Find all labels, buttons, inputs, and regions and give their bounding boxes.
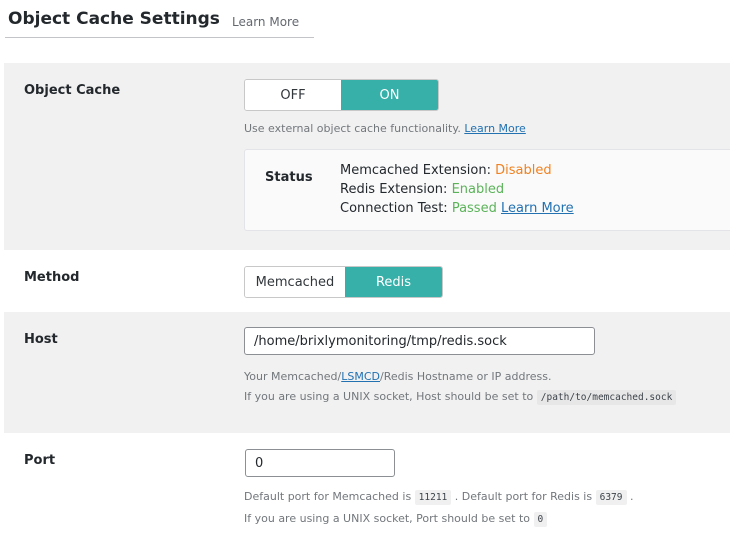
- connection-test-status: Connection Test: Passed Learn More: [340, 201, 574, 216]
- host-label: Host: [24, 332, 58, 347]
- redis-port-code: 6379: [595, 490, 627, 505]
- method-redis-button[interactable]: Redis: [345, 267, 442, 297]
- method-label: Method: [24, 270, 80, 285]
- port-description: Default port for Memcached is 11211 . De…: [244, 490, 634, 505]
- method-section: Method Memcached Redis: [4, 250, 730, 312]
- memcached-port-code: 11211: [414, 490, 452, 505]
- port-section: Port 0 Default port for Memcached is 112…: [4, 433, 730, 548]
- method-toggle: Memcached Redis: [244, 266, 443, 298]
- object-cache-learn-more-link[interactable]: Learn More: [464, 122, 526, 135]
- redis-status: Redis Extension: Enabled: [340, 182, 505, 197]
- page-header: Object Cache Settings Learn More: [5, 0, 314, 38]
- object-cache-toggle: OFF ON: [244, 79, 439, 111]
- host-socket-path: /path/to/memcached.sock: [536, 390, 677, 405]
- learn-more-link[interactable]: Learn More: [232, 15, 299, 29]
- connection-test-value: Passed: [451, 201, 497, 216]
- host-section: Host /home/brixlymonitoring/tmp/redis.so…: [4, 312, 730, 433]
- lsmcd-link[interactable]: LSMCD: [341, 370, 380, 383]
- port-socket-code: 0: [533, 512, 548, 527]
- host-socket-note: If you are using a UNIX socket, Host sho…: [244, 387, 677, 408]
- page-title: Object Cache Settings: [8, 9, 220, 29]
- status-learn-more-link[interactable]: Learn More: [501, 201, 574, 216]
- object-cache-section: Object Cache OFF ON Use external object …: [4, 63, 730, 250]
- port-label: Port: [24, 453, 56, 468]
- port-input[interactable]: 0: [245, 449, 395, 477]
- host-input[interactable]: /home/brixlymonitoring/tmp/redis.sock: [244, 327, 595, 355]
- memcached-status-value: Disabled: [495, 163, 552, 178]
- host-description: Your Memcached/LSMCD/Redis Hostname or I…: [244, 370, 552, 383]
- port-socket-note: If you are using a UNIX socket, Port sho…: [244, 509, 548, 530]
- method-memcached-button[interactable]: Memcached: [245, 267, 345, 297]
- object-cache-off-button[interactable]: OFF: [245, 80, 341, 110]
- object-cache-on-button[interactable]: ON: [341, 80, 438, 110]
- object-cache-label: Object Cache: [24, 83, 121, 98]
- status-title: Status: [265, 170, 313, 185]
- object-cache-description: Use external object cache functionality.…: [244, 122, 526, 135]
- memcached-status: Memcached Extension: Disabled: [340, 163, 552, 178]
- redis-status-value: Enabled: [451, 182, 505, 197]
- status-box: Status Memcached Extension: Disabled Red…: [244, 149, 730, 231]
- status-list: Memcached Extension: Disabled Redis Exte…: [340, 161, 574, 218]
